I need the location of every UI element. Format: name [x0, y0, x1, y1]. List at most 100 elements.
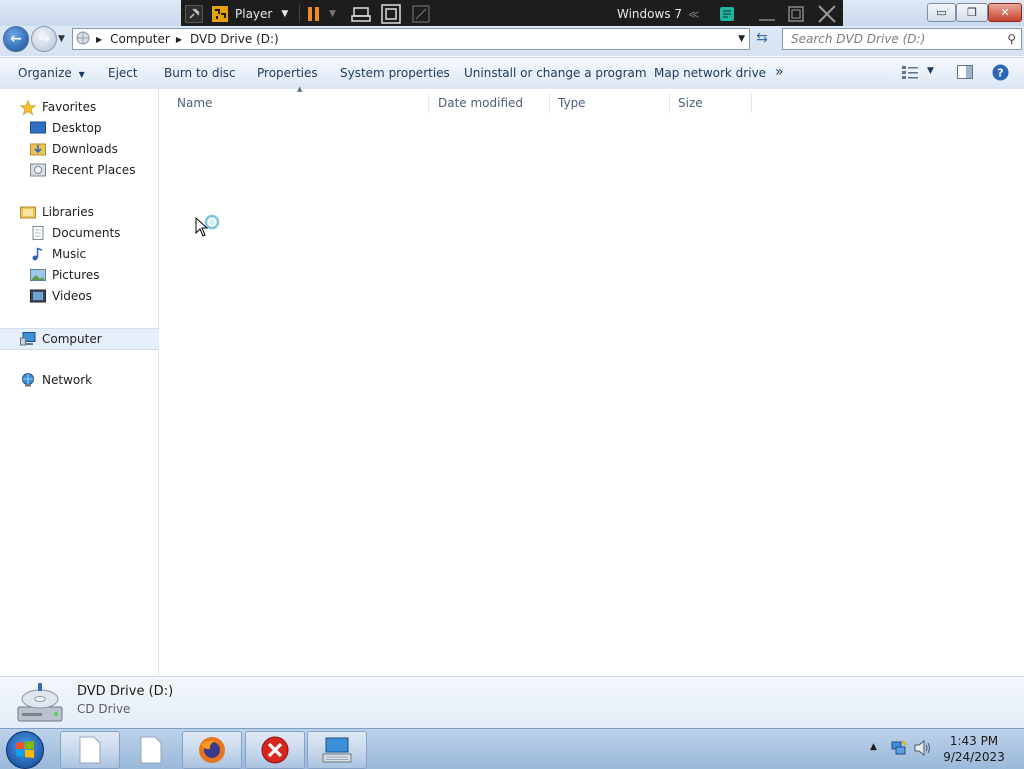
chevron-up-icon: ▲ [870, 742, 877, 752]
firefox-icon [199, 737, 225, 763]
taskbar-item-keyboard[interactable] [307, 731, 367, 769]
notes-icon [720, 7, 734, 21]
organize-button[interactable]: Organize ▼ [18, 66, 85, 80]
pause-button[interactable]: ▼ [307, 0, 336, 28]
send-ctrl-alt-del-button[interactable] [351, 0, 371, 28]
send-keys-icon [351, 7, 371, 22]
search-input[interactable] [789, 31, 1003, 47]
volume-icon[interactable] [914, 739, 932, 759]
star-icon [19, 99, 37, 116]
sidebar-item-libraries[interactable]: Libraries [0, 202, 176, 222]
pin-icon [185, 5, 203, 23]
minimize-icon [759, 19, 775, 21]
eject-button[interactable]: Eject [108, 66, 138, 80]
address-dropdown-icon[interactable]: ▼ [738, 34, 745, 44]
notes-button[interactable] [719, 0, 735, 28]
details-pane: DVD Drive (D:) CD Drive [0, 676, 1024, 729]
taskbar-item-blank-file-2[interactable] [121, 731, 181, 769]
refresh-button[interactable]: ⇆ [751, 28, 773, 48]
windows-logo-icon [16, 741, 34, 758]
chevron-down-icon: ▼ [78, 70, 85, 79]
breadcrumb-dvd-drive[interactable]: DVD Drive (D:) [190, 32, 279, 46]
change-view-button[interactable] [902, 65, 918, 82]
back-arrows-icon: ≪ [688, 7, 700, 21]
file-list[interactable]: Name Date modified Type Size [159, 89, 1024, 675]
sidebar-item-network[interactable]: Network [0, 370, 176, 390]
burn-to-disc-button[interactable]: Burn to disc [164, 66, 236, 80]
sidebar-item-label: Libraries [42, 205, 94, 219]
vm-close-button[interactable] [817, 0, 837, 28]
search-box[interactable]: ⚲ [782, 28, 1022, 50]
vm-minimize-button[interactable] [757, 0, 777, 28]
column-header-name[interactable]: Name [159, 93, 429, 113]
column-header-label: Name [177, 96, 213, 110]
sidebar-item-favorites[interactable]: Favorites [0, 97, 176, 117]
sidebar-item-label: Desktop [52, 121, 102, 135]
player-menu[interactable]: Player ▼ [211, 0, 288, 28]
details-title: DVD Drive (D:) [77, 684, 174, 699]
back-button[interactable]: ← [3, 26, 29, 52]
pin-button[interactable] [185, 0, 207, 28]
column-header-label: Size [678, 96, 703, 110]
properties-button[interactable]: Properties [257, 66, 318, 80]
preview-pane-button[interactable] [957, 65, 973, 82]
unity-button[interactable] [412, 0, 430, 28]
taskbar-item-blank-file-1[interactable] [60, 731, 120, 769]
close-icon: ✕ [1000, 6, 1010, 19]
recent-pages-dropdown[interactable]: ▼ [58, 34, 65, 44]
maximize-button[interactable]: ❐ [956, 3, 988, 22]
vmware-toolbar: Player ▼ ▼ Windows 7 ≪ [181, 0, 843, 29]
view-list-icon [902, 66, 918, 79]
taskbar-item-error-dialog[interactable] [245, 731, 305, 769]
clock-date: 9/24/2023 [943, 750, 1005, 764]
minimize-button[interactable]: ▭ [927, 3, 956, 22]
sort-ascending-icon: ▲ [297, 85, 303, 93]
help-icon: ? [992, 64, 1009, 81]
details-subtitle: CD Drive [77, 702, 131, 716]
column-header-date-modified[interactable]: Date modified [432, 93, 550, 113]
breadcrumb-separator-icon: ▶ [96, 34, 103, 44]
close-button[interactable]: ✕ [988, 3, 1022, 22]
chevron-down-icon: ▼ [58, 34, 65, 44]
error-icon [261, 736, 289, 764]
computer-globe-icon [76, 31, 90, 48]
map-network-drive-button[interactable]: Map network drive [654, 66, 766, 80]
sidebar-item-label: Computer [42, 332, 102, 346]
network-icon [20, 373, 36, 387]
sidebar-item-label: Documents [52, 226, 121, 240]
column-header-type[interactable]: Type [552, 93, 670, 113]
fullscreen-button[interactable] [381, 0, 401, 28]
breadcrumb-computer[interactable]: Computer [110, 32, 170, 46]
refresh-icon: ⇆ [756, 30, 768, 46]
vmware-logo-icon [212, 6, 228, 22]
start-button[interactable] [6, 731, 44, 769]
more-commands-button[interactable]: » [775, 64, 784, 80]
navigation-pane: Favorites Desktop Downloads Recent Place… [0, 89, 177, 675]
maximize-icon: ❐ [967, 6, 977, 19]
sidebar-item-label: Downloads [52, 142, 118, 156]
preview-pane-icon [957, 65, 973, 79]
music-icon [30, 247, 46, 261]
show-hidden-icons-button[interactable]: ▲ [870, 742, 877, 752]
forward-button[interactable]: → [31, 26, 57, 52]
videos-icon [30, 289, 46, 303]
tray-clock[interactable]: 1:43 PM 9/24/2023 [936, 733, 1012, 765]
sidebar-item-label: Recent Places [52, 163, 136, 177]
sidebar-item-computer[interactable]: Computer [0, 328, 177, 350]
vm-restore-button[interactable] [787, 0, 805, 28]
uninstall-program-button[interactable]: Uninstall or change a program [464, 66, 647, 80]
more-views-dropdown[interactable]: ▼ [927, 66, 934, 76]
clock-time: 1:43 PM [949, 734, 999, 748]
taskbar-item-firefox[interactable] [182, 731, 242, 769]
sidebar-item-label: Pictures [52, 268, 100, 282]
keyboard-computer-icon [322, 737, 352, 763]
help-button[interactable]: ? [992, 64, 1009, 84]
search-icon[interactable]: ⚲ [1007, 32, 1016, 46]
system-properties-button[interactable]: System properties [340, 66, 450, 80]
chevron-down-icon: ▼ [281, 9, 289, 19]
downloads-folder-icon [30, 142, 46, 156]
desktop-icon [30, 121, 46, 135]
address-bar[interactable]: ▶ Computer ▶ DVD Drive (D:) ▼ [72, 28, 750, 50]
column-header-size[interactable]: Size [672, 93, 752, 113]
network-tray-icon[interactable] [891, 740, 907, 759]
